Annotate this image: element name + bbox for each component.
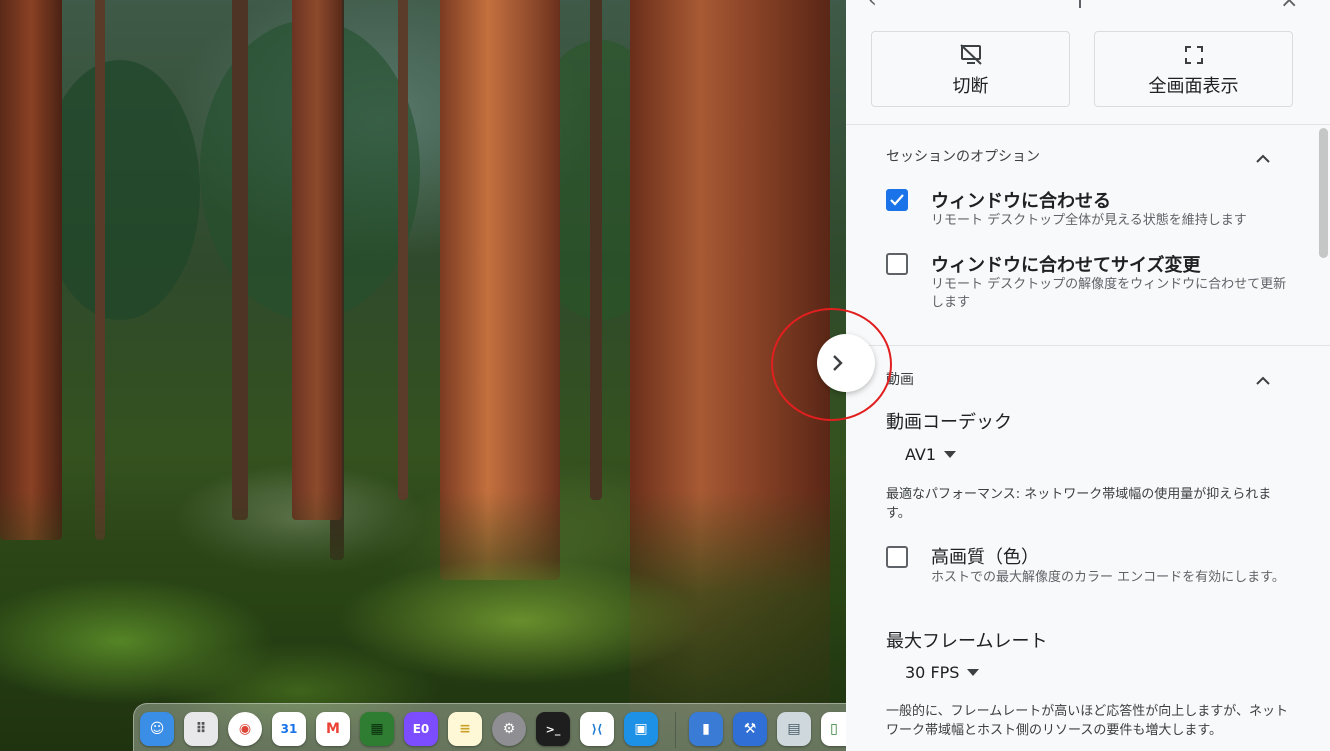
header-divider [1079, 0, 1081, 8]
redwood-trunk [292, 0, 342, 520]
xcode-glyph: ⚒ [743, 721, 757, 737]
calendar-glyph: 31 [280, 722, 298, 736]
minecraft-glyph: ▦ [370, 721, 384, 737]
high-quality-color-description: ホストでの最大解像度のカラー エンコードを有効にします。 [931, 570, 1285, 585]
fullscreen-label: 全画面表示 [1148, 76, 1239, 97]
desktop-wallpaper: ☺ ⠿ ◉ 31 M ▦ E0 ≡ ⚙ >_ ⟩⟨ ▣ ▮ ⚒ ▤ ▯ [0, 0, 846, 751]
dropdown-arrow-icon [967, 669, 980, 676]
max-framerate-value: 30 FPS [905, 663, 960, 682]
disconnect-label: 切断 [952, 76, 989, 97]
max-framerate-help: 一般的に、フレームレートが高いほど応答性が向上しますが、ネットワーク帯域幅とホス… [886, 704, 1288, 738]
dropdown-arrow-icon [944, 451, 957, 458]
close-icon[interactable]: × [1280, 0, 1298, 13]
dock-separator [675, 712, 676, 748]
docker-glyph: ▣ [634, 721, 648, 737]
terminal-glyph: >_ [545, 722, 561, 736]
back-arrow-icon[interactable]: ‹ [868, 0, 877, 13]
vscode-icon[interactable]: ⟩⟨ [580, 712, 614, 746]
finder-glyph: ☺ [149, 721, 165, 737]
resize-to-fit-title: ウィンドウに合わせてサイズ変更 [931, 255, 1201, 276]
high-quality-color-checkbox[interactable] [886, 546, 908, 568]
vscode-glyph: ⟩⟨ [591, 722, 603, 736]
system-settings-icon[interactable]: ⚙ [492, 712, 526, 746]
tree-trunk [232, 0, 248, 520]
max-framerate-select[interactable]: 30 FPS [905, 663, 980, 682]
gmail-glyph: M [326, 721, 340, 737]
preview-icon[interactable]: ▤ [777, 712, 811, 746]
video-codec-value: AV1 [905, 445, 937, 464]
settings-glyph: ⚙ [502, 721, 516, 737]
minecraft-icon[interactable]: ▦ [360, 712, 394, 746]
fullscreen-icon [1095, 44, 1292, 66]
docker-icon[interactable]: ▣ [624, 712, 658, 746]
video-heading: 動画 [886, 372, 914, 388]
fullscreen-button[interactable]: 全画面表示 [1094, 31, 1293, 107]
tree-trunk [95, 0, 105, 540]
xcode-icon[interactable]: ⚒ [733, 712, 767, 746]
launchpad-glyph: ⠿ [195, 721, 207, 737]
dock: ☺ ⠿ ◉ 31 M ▦ E0 ≡ ⚙ >_ ⟩⟨ ▣ ▮ ⚒ ▤ ▯ [133, 703, 846, 751]
panel-scrollbar[interactable] [1319, 128, 1328, 258]
partial-app-glyph: ▯ [830, 721, 838, 737]
session-options-heading: セッションのオプション [886, 149, 1040, 165]
panel-header: ‹ × 切断 全画面表示 [846, 0, 1330, 125]
tree-trunk [398, 0, 408, 500]
checkmark-icon [890, 194, 904, 206]
simulator-glyph: ▮ [702, 721, 710, 737]
terminal-icon[interactable]: >_ [536, 712, 570, 746]
chrome-glyph: ◉ [238, 721, 252, 737]
gmail-icon[interactable]: M [316, 712, 350, 746]
google-calendar-icon[interactable]: 31 [272, 712, 306, 746]
high-quality-color-title: 高画質（色） [931, 547, 1039, 568]
disconnect-button[interactable]: 切断 [871, 31, 1070, 107]
editor-glyph: E0 [412, 722, 430, 736]
finder-icon[interactable]: ☺ [140, 712, 174, 746]
app-icon-partial[interactable]: ▯ [821, 712, 846, 746]
resize-to-fit-description: リモート デスクトップの解像度をウィンドウに合わせて更新します [931, 277, 1287, 310]
video-codec-select[interactable]: AV1 [905, 445, 957, 464]
chrome-icon[interactable]: ◉ [228, 712, 262, 746]
simulator-icon[interactable]: ▮ [689, 712, 723, 746]
notes-icon[interactable]: ≡ [448, 712, 482, 746]
panel-toggle-button[interactable] [817, 334, 875, 392]
video-codec-label: 動画コーデック [886, 412, 1012, 433]
chevron-up-icon[interactable] [1254, 374, 1272, 386]
foliage [40, 60, 200, 320]
disconnect-icon [872, 44, 1069, 66]
fit-window-title: ウィンドウに合わせる [931, 191, 1111, 212]
chevron-right-icon [833, 355, 843, 371]
editor-icon[interactable]: E0 [404, 712, 438, 746]
fit-window-checkbox[interactable] [886, 189, 908, 211]
fit-window-description: リモート デスクトップ全体が見える状態を維持します [931, 213, 1247, 228]
video-codec-help: 最適なパフォーマンス: ネットワーク帯域幅の使用量が抑えられます。 [886, 487, 1272, 521]
preview-glyph: ▤ [787, 721, 801, 737]
chevron-up-icon[interactable] [1254, 152, 1272, 164]
tree-trunk [590, 0, 602, 500]
section-divider [846, 345, 1330, 346]
remote-desktop-side-panel: ‹ × 切断 全画面表示 セッションのオプション ウィンドウに合わせる リモート… [846, 0, 1330, 751]
launchpad-icon[interactable]: ⠿ [184, 712, 218, 746]
notes-glyph: ≡ [459, 721, 471, 737]
redwood-trunk [0, 0, 62, 540]
resize-to-fit-checkbox[interactable] [886, 253, 908, 275]
max-framerate-label: 最大フレームレート [886, 631, 1048, 652]
